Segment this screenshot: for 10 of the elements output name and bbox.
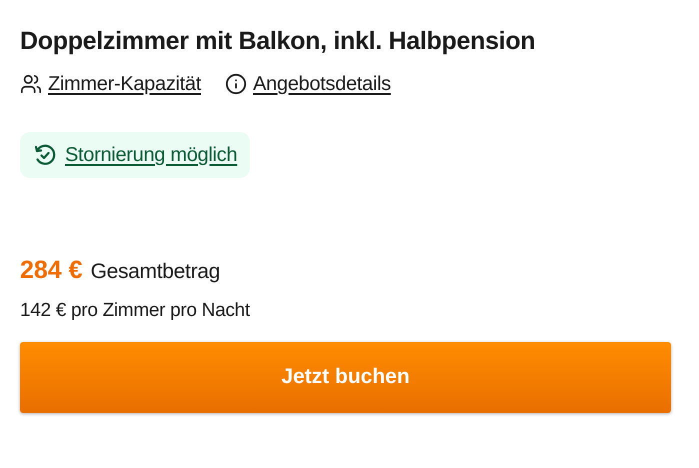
details-link[interactable]: Zimmer-Kapazität: [20, 70, 202, 98]
details-link[interactable]: Angebotsdetails: [225, 70, 391, 98]
total-label: Gesamtbetrag: [90, 259, 220, 285]
people-icon: [20, 73, 42, 95]
clock-check-icon: [33, 143, 57, 167]
info-icon: [225, 73, 248, 95]
total-price: 284 €: [20, 255, 83, 286]
cancellation-badge[interactable]: Stornierung möglich: [20, 132, 250, 178]
nightly-price: 142 € pro Zimmer pro Nacht: [20, 298, 251, 322]
room-title: Doppelzimmer mit Balkon, inkl. Halbpension: [20, 26, 536, 57]
